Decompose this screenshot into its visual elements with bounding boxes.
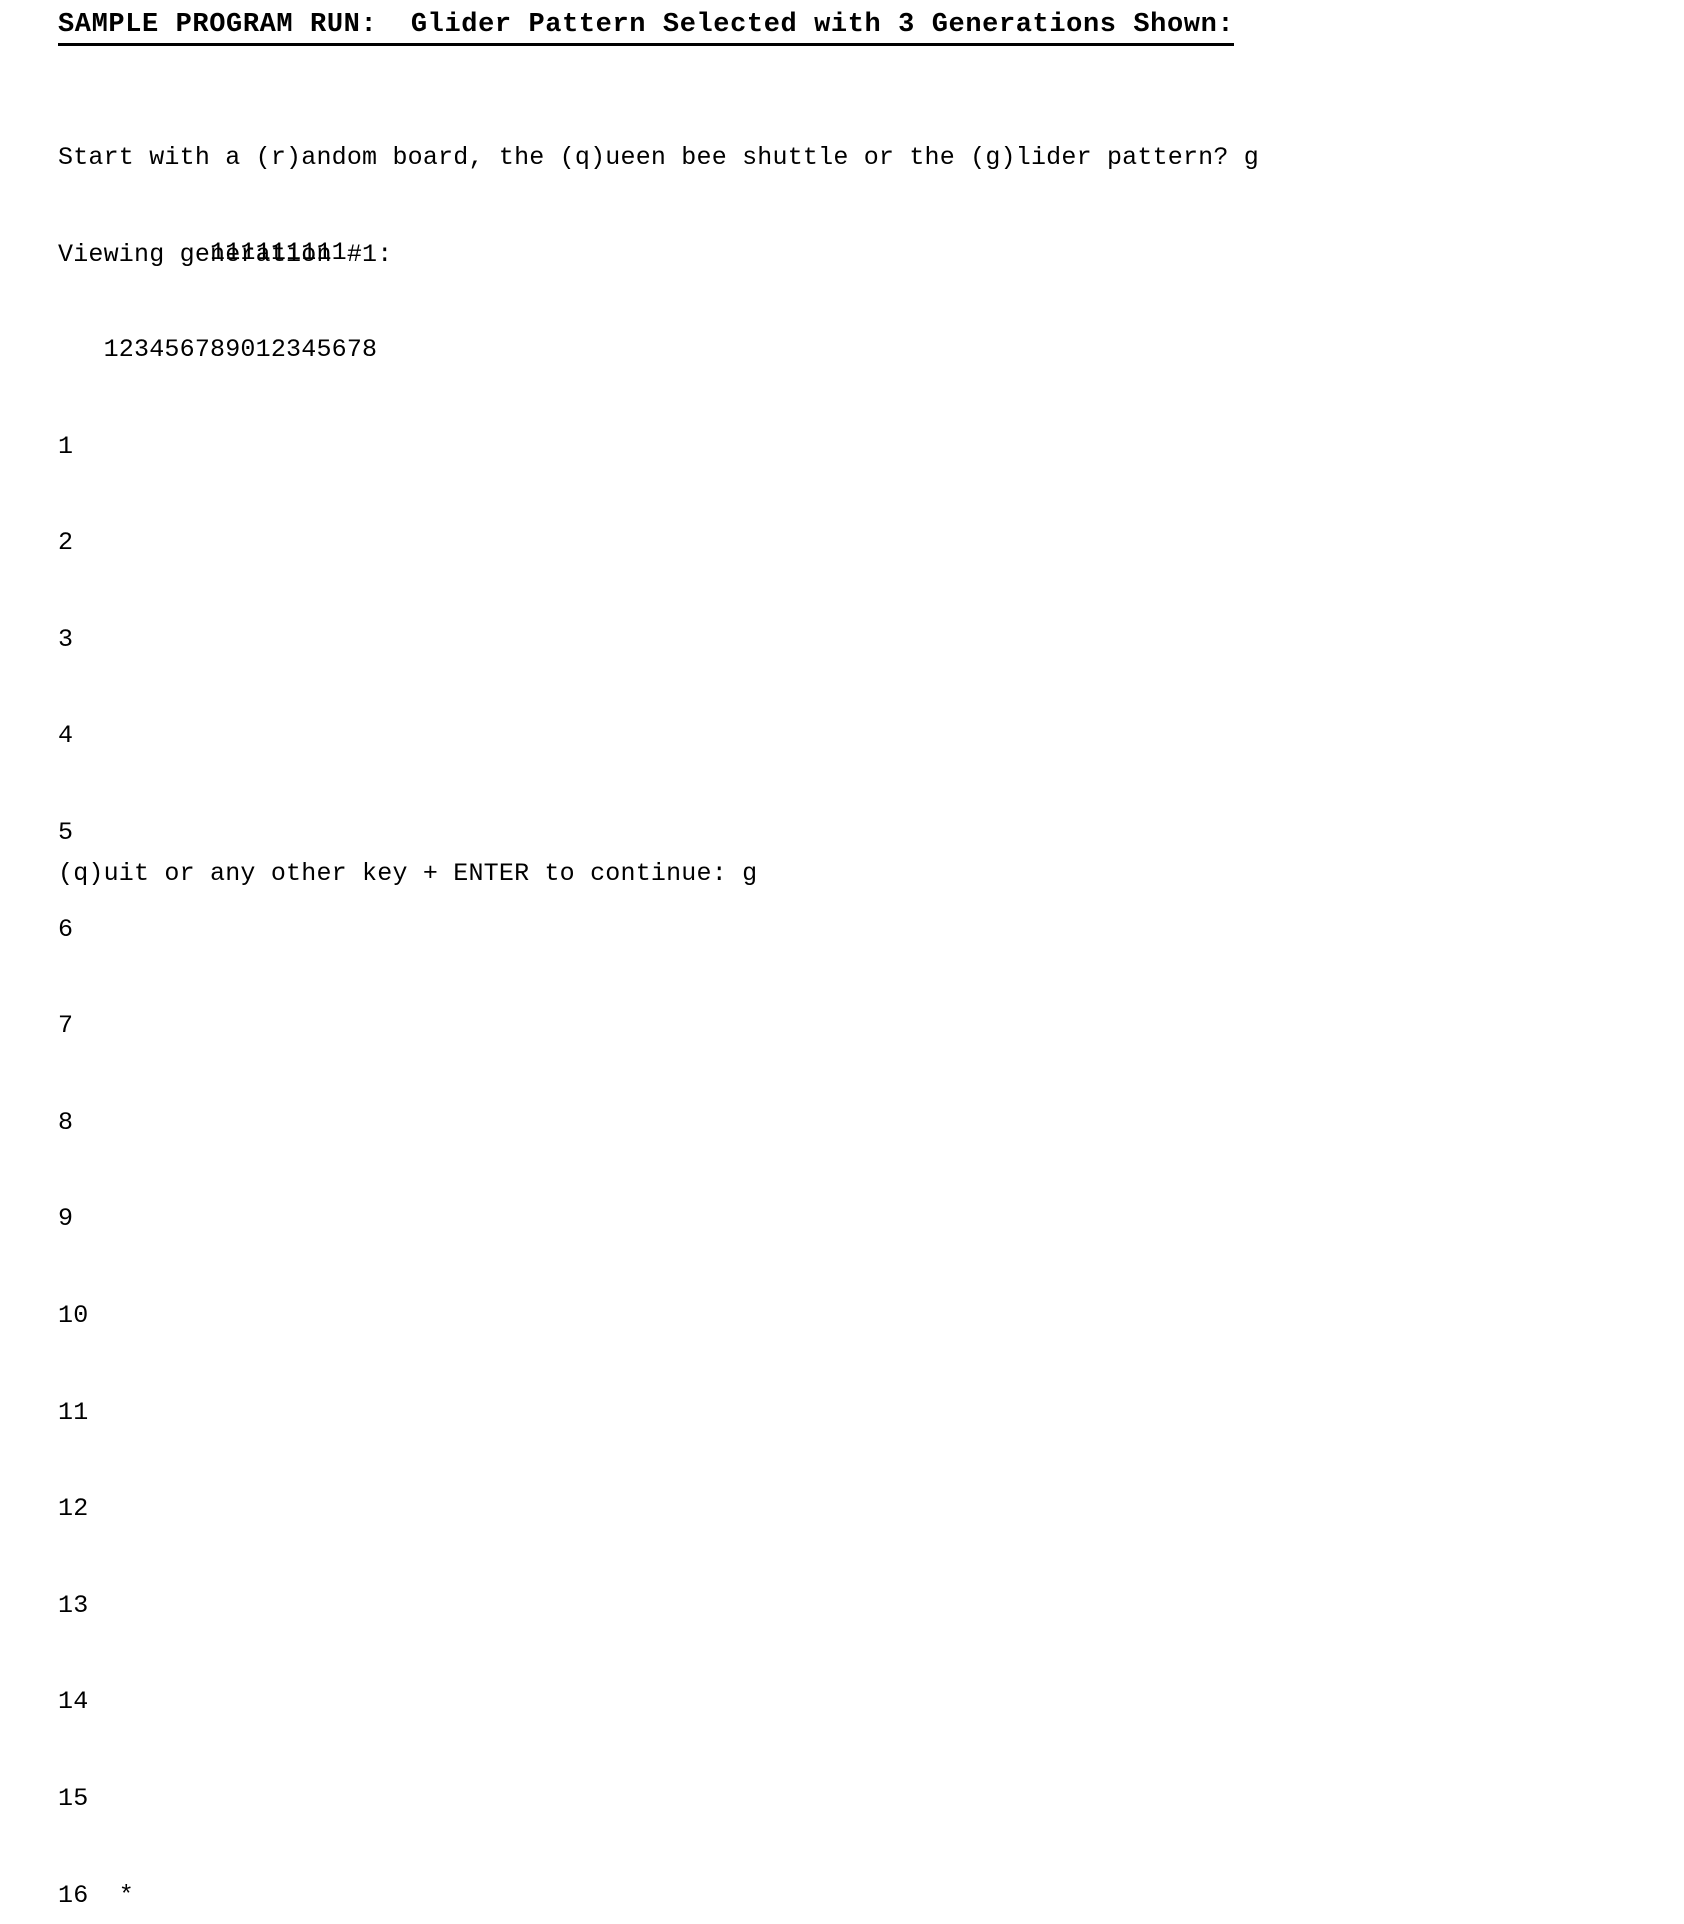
column-header-tens: 111111111 <box>58 238 347 268</box>
board-row: 11 <box>58 1397 104 1427</box>
page-title: SAMPLE PROGRAM RUN: Glider Pattern Selec… <box>58 8 1235 46</box>
program-output-page: SAMPLE PROGRAM RUN: Glider Pattern Selec… <box>0 0 1684 1910</box>
board-row: 4 <box>58 721 104 751</box>
board-row: 13 <box>58 1590 104 1620</box>
start-pattern-prompt-line: Start with a (r)andom board, the (q)ueen… <box>58 143 1259 173</box>
board-row: 9 <box>58 1204 104 1234</box>
board-row: 1 <box>58 431 104 461</box>
board-row: 6 <box>58 914 104 944</box>
board-row: 12 <box>58 1494 104 1524</box>
board-row: 5 <box>58 817 104 847</box>
continue-prompt-line: (q)uit or any other key + ENTER to conti… <box>58 859 758 888</box>
board-row: 2 <box>58 528 104 558</box>
board-row: 16 * <box>58 1880 135 1910</box>
page-title-container: SAMPLE PROGRAM RUN: Glider Pattern Selec… <box>58 8 1235 46</box>
board-row: 3 <box>58 624 104 654</box>
board-row: 14 <box>58 1687 104 1717</box>
board-row: 10 <box>58 1300 104 1330</box>
board-row: 15 <box>58 1783 104 1813</box>
column-header-ones: 123456789012345678 <box>58 335 378 364</box>
board-row: 7 <box>58 1011 104 1041</box>
life-board: 111111111 123456789012345678 1 2 3 4 5 6… <box>58 173 377 1924</box>
board-row: 8 <box>58 1107 104 1137</box>
